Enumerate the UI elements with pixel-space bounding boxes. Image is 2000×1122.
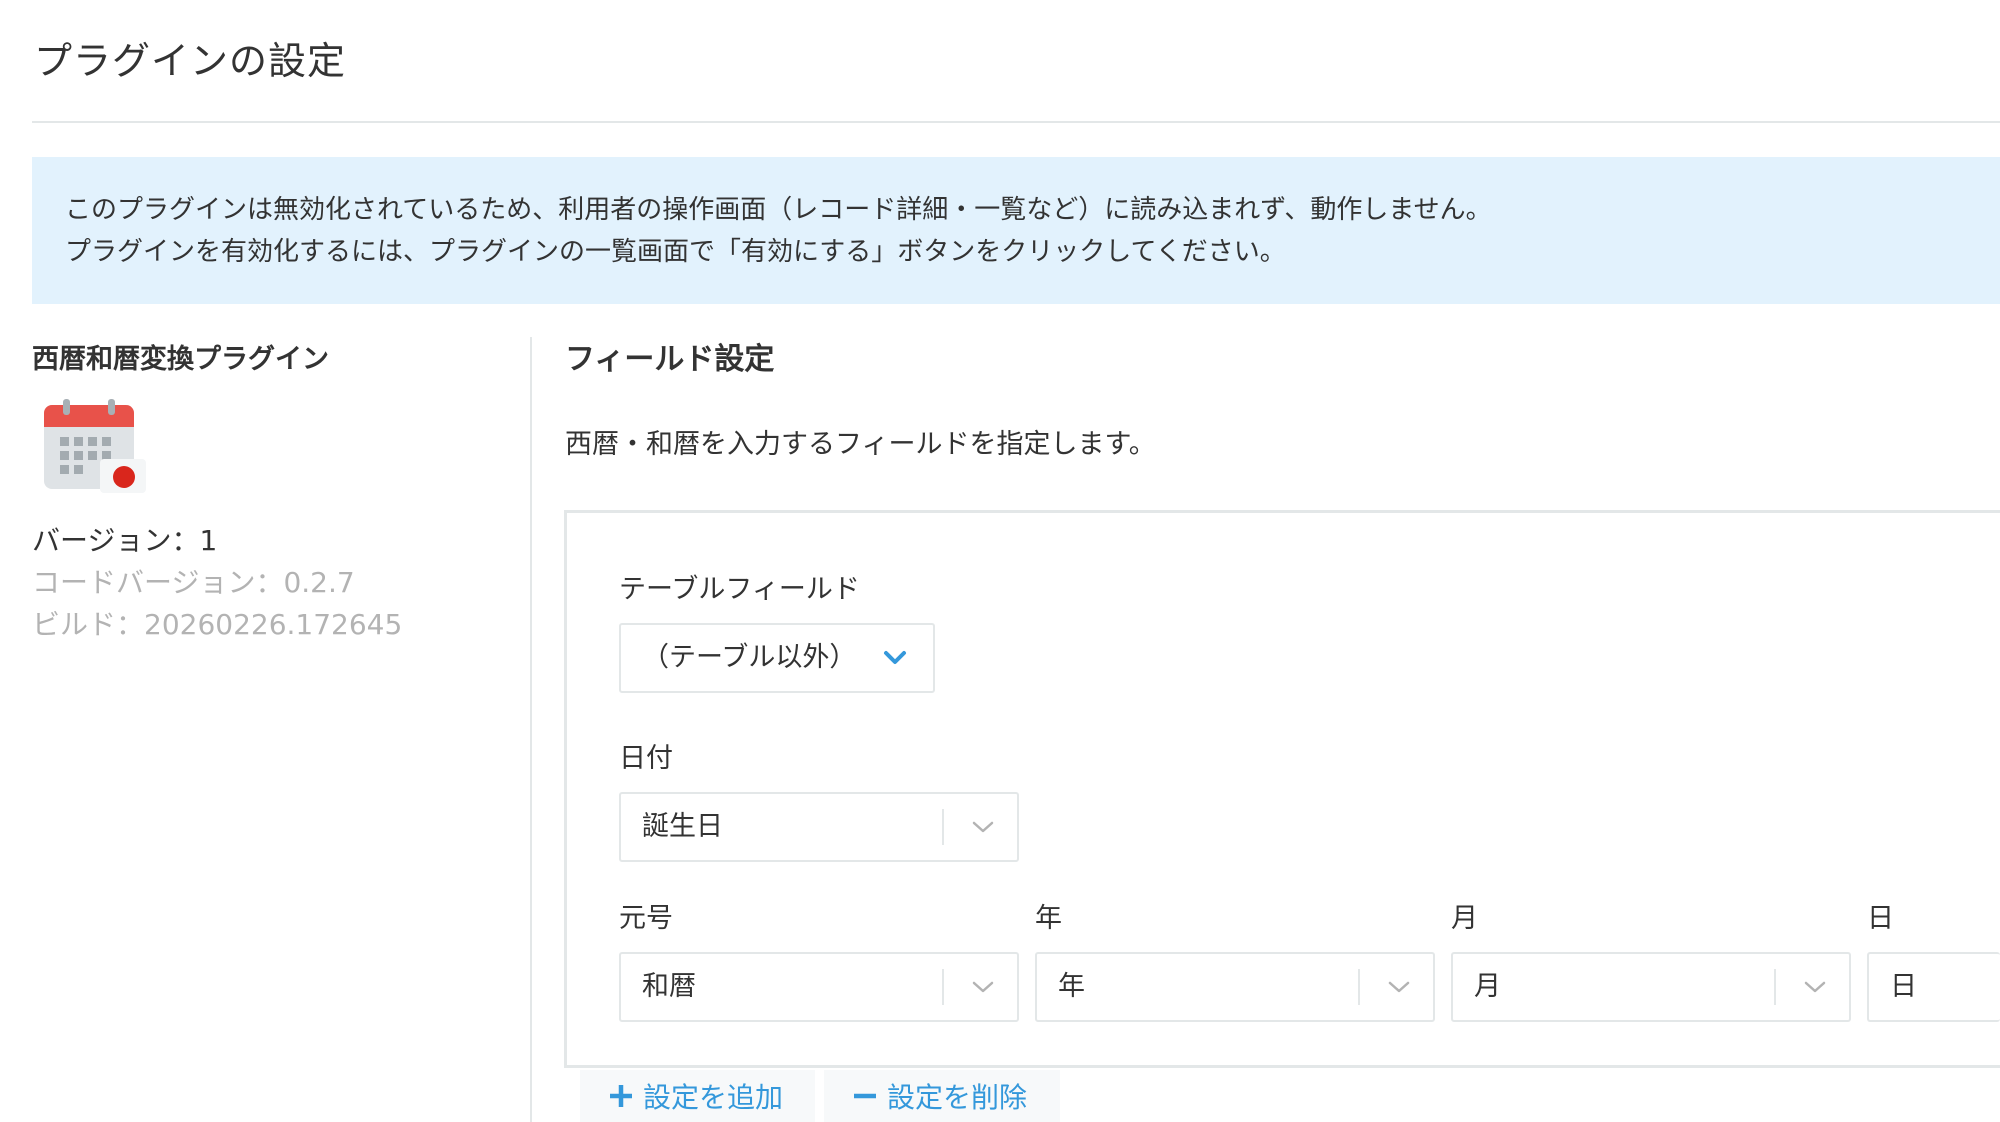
plugin-info-panel: 西暦和暦変換プラグイン バージョン：1 コードバージョン：0.2.7 ビルド：2… bbox=[32, 337, 512, 641]
notice-line-1: このプラグインは無効化されているため、利用者の操作画面（レコード詳細・一覧など）… bbox=[65, 195, 1492, 225]
day-label: 日 bbox=[1867, 903, 1894, 934]
chevron-down-icon bbox=[884, 651, 906, 664]
delete-setting-button[interactable]: 設定を削除 bbox=[824, 1070, 1060, 1122]
add-setting-button[interactable]: 設定を追加 bbox=[580, 1070, 815, 1122]
chevron-down-icon bbox=[1388, 981, 1410, 993]
plugin-name: 西暦和暦変換プラグイン bbox=[32, 344, 329, 375]
day-select[interactable]: 日 bbox=[1867, 952, 2000, 1022]
select-separator bbox=[1774, 969, 1776, 1005]
select-separator bbox=[1358, 969, 1360, 1005]
chevron-down-icon bbox=[1804, 981, 1826, 993]
notice-line-2: プラグインを有効化するには、プラグインの一覧画面で「有効にする」ボタンをクリック… bbox=[65, 237, 1286, 267]
date-label: 日付 bbox=[619, 743, 673, 774]
date-select[interactable]: 誕生日 bbox=[619, 792, 1019, 862]
table-field-select[interactable]: （テーブル以外） bbox=[619, 623, 935, 693]
year-value: 年 bbox=[1058, 971, 1085, 1002]
section-title: フィールド設定 bbox=[565, 342, 775, 377]
disabled-notice: このプラグインは無効化されているため、利用者の操作画面（レコード詳細・一覧など）… bbox=[32, 157, 2000, 304]
select-separator bbox=[942, 969, 944, 1005]
section-description: 西暦・和暦を入力するフィールドを指定します。 bbox=[565, 429, 1156, 460]
era-label: 元号 bbox=[619, 903, 673, 934]
chevron-down-icon bbox=[972, 821, 994, 833]
month-value: 月 bbox=[1474, 971, 1501, 1002]
chevron-down-icon bbox=[972, 981, 994, 993]
year-label: 年 bbox=[1035, 903, 1062, 934]
calendar-icon bbox=[44, 399, 146, 493]
field-setting-row: テーブルフィールド （テーブル以外） 日付 誕生日 元号 和暦 年 年 月 月 … bbox=[564, 510, 2000, 1068]
plugin-meta: バージョン：1 コードバージョン：0.2.7 ビルド：20260226.1726… bbox=[32, 520, 402, 646]
delete-setting-label: 設定を削除 bbox=[887, 1081, 1028, 1114]
minus-icon bbox=[854, 1093, 876, 1099]
title-divider bbox=[32, 121, 2000, 123]
month-label: 月 bbox=[1451, 903, 1478, 934]
era-value: 和暦 bbox=[642, 971, 696, 1002]
table-field-label: テーブルフィールド bbox=[619, 574, 860, 605]
plugin-version: バージョン：1 bbox=[32, 524, 218, 557]
plugin-code-version: コードバージョン：0.2.7 bbox=[32, 566, 355, 599]
month-select[interactable]: 月 bbox=[1451, 952, 1851, 1022]
page-title: プラグインの設定 bbox=[34, 39, 347, 83]
plus-icon bbox=[610, 1085, 632, 1107]
select-separator bbox=[942, 809, 944, 845]
panel-divider bbox=[530, 337, 532, 1122]
table-field-value: （テーブル以外） bbox=[642, 642, 857, 673]
year-select[interactable]: 年 bbox=[1035, 952, 1435, 1022]
day-value: 日 bbox=[1890, 971, 1917, 1002]
date-value: 誕生日 bbox=[642, 811, 723, 842]
plugin-build: ビルド：20260226.172645 bbox=[32, 608, 403, 641]
era-select[interactable]: 和暦 bbox=[619, 952, 1019, 1022]
add-setting-label: 設定を追加 bbox=[643, 1081, 784, 1114]
